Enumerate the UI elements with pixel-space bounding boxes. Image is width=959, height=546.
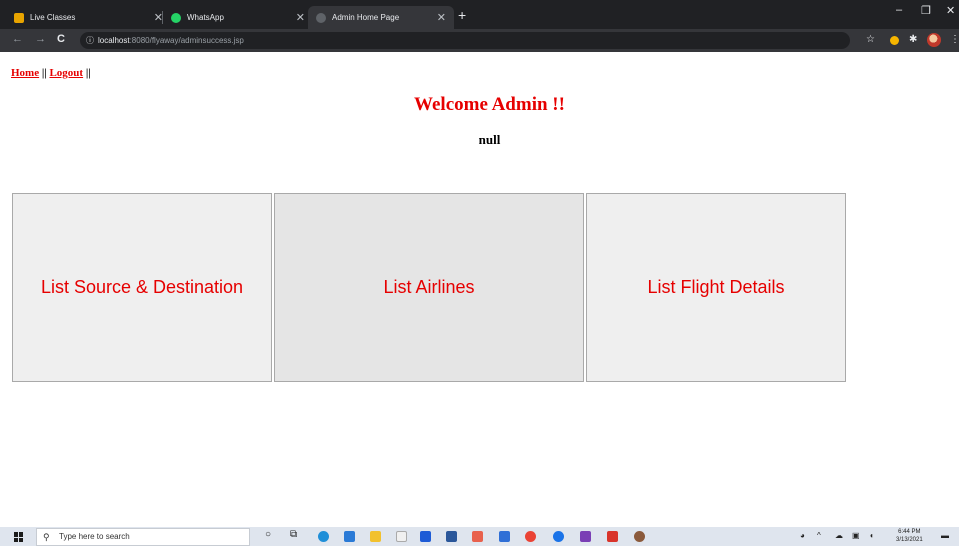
address-host: localhost [98,36,130,45]
status-message: null [478,132,501,147]
windows-start-icon[interactable] [14,532,24,542]
page-content: Home || Logout || Welcome Admin !! null … [0,52,959,527]
close-icon[interactable]: ✕ [437,11,446,24]
taskbar-search-box[interactable]: ⚲ Type here to search [36,528,250,546]
app-circle-icon[interactable] [553,531,564,542]
window-close-icon[interactable]: ✕ [946,4,955,17]
app-brown-icon[interactable] [634,531,645,542]
tab-admin-home-page[interactable]: Admin Home Page ✕ [308,6,454,29]
tab-title: Admin Home Page [332,13,400,22]
globe-icon [316,12,326,23]
app-s-icon[interactable] [499,531,510,542]
close-icon[interactable]: ✕ [296,11,305,24]
welcome-heading: Welcome Admin !! [414,94,565,115]
reload-icon[interactable]: C [57,33,65,45]
paint-icon[interactable] [472,531,483,542]
logout-link[interactable]: Logout [49,67,83,79]
list-flight-details-button[interactable]: List Flight Details [586,193,846,382]
address-path: :8080/flyaway/adminsuccess.jsp [129,36,244,45]
profile-avatar[interactable] [927,33,941,47]
tab-title: WhatsApp [187,13,224,22]
edge-browser-icon[interactable] [318,531,329,542]
extensions-puzzle-icon[interactable]: ✱ [909,34,917,45]
media-app-icon[interactable] [580,531,591,542]
search-placeholder: Type here to search [59,532,130,541]
windows-taskbar: ⚲ Type here to search ○ ⧉ ◕ ^ ☁ ▣ ◖ 6:44… [0,527,959,546]
browser-tab-strip: Live Classes ✕ WhatsApp ✕ Admin Home Pag… [0,0,959,29]
dropbox-icon[interactable] [420,531,431,542]
tab-live-classes[interactable]: Live Classes ✕ [6,6,171,29]
task-view-icon[interactable]: ⧉ [290,529,297,540]
search-icon: ⚲ [43,532,50,542]
maximize-icon[interactable]: ❐ [921,4,931,17]
nav-separator: || [85,67,91,79]
notepad-icon[interactable] [396,531,407,542]
new-tab-button[interactable]: + [458,8,466,22]
cloud-sync-icon[interactable]: ☁ [835,531,843,540]
top-navigation: Home || Logout || [11,67,91,79]
minimize-icon[interactable]: – [896,4,902,16]
browser-toolbar: ← → C ⓘ localhost:8080/flyaway/adminsucce… [0,29,959,52]
notifications-icon[interactable]: ▬ [941,531,949,540]
chrome-icon[interactable] [525,531,536,542]
tab-whatsapp[interactable]: WhatsApp ✕ [163,6,313,29]
whatsapp-favicon-icon [171,12,181,23]
extension-icon[interactable] [890,36,899,45]
live-classes-favicon-icon [14,12,24,23]
nav-separator: || [41,67,47,79]
address-bar[interactable]: ⓘ localhost:8080/flyaway/adminsuccess.jsp [80,32,850,49]
store-icon[interactable] [344,531,355,542]
list-source-destination-button[interactable]: List Source & Destination [12,193,272,382]
network-status-icon[interactable]: ◕ [800,531,805,540]
cortana-icon[interactable]: ○ [265,529,271,540]
file-explorer-icon[interactable] [370,531,381,542]
forward-icon[interactable]: → [35,33,46,45]
clock-time: 6:44 PM [898,529,921,535]
word-icon[interactable] [446,531,457,542]
list-airlines-button[interactable]: List Airlines [274,193,584,382]
clock-date: 3/13/2021 [896,537,923,543]
taskbar-clock[interactable]: 6:44 PM 3/13/2021 [896,528,923,544]
tab-title: Live Classes [30,13,76,22]
speaker-icon[interactable]: ◖ [869,531,874,540]
bookmark-star-icon[interactable]: ☆ [866,34,875,45]
keyboard-icon[interactable]: ▣ [852,531,860,540]
info-icon[interactable]: ⓘ [86,36,94,45]
browser-menu-icon[interactable]: ⋮ [950,34,959,45]
home-link[interactable]: Home [11,67,39,79]
app-red-icon[interactable] [607,531,618,542]
show-hidden-icons-chevron-up-icon[interactable]: ^ [817,531,821,540]
back-icon[interactable]: ← [12,33,23,45]
